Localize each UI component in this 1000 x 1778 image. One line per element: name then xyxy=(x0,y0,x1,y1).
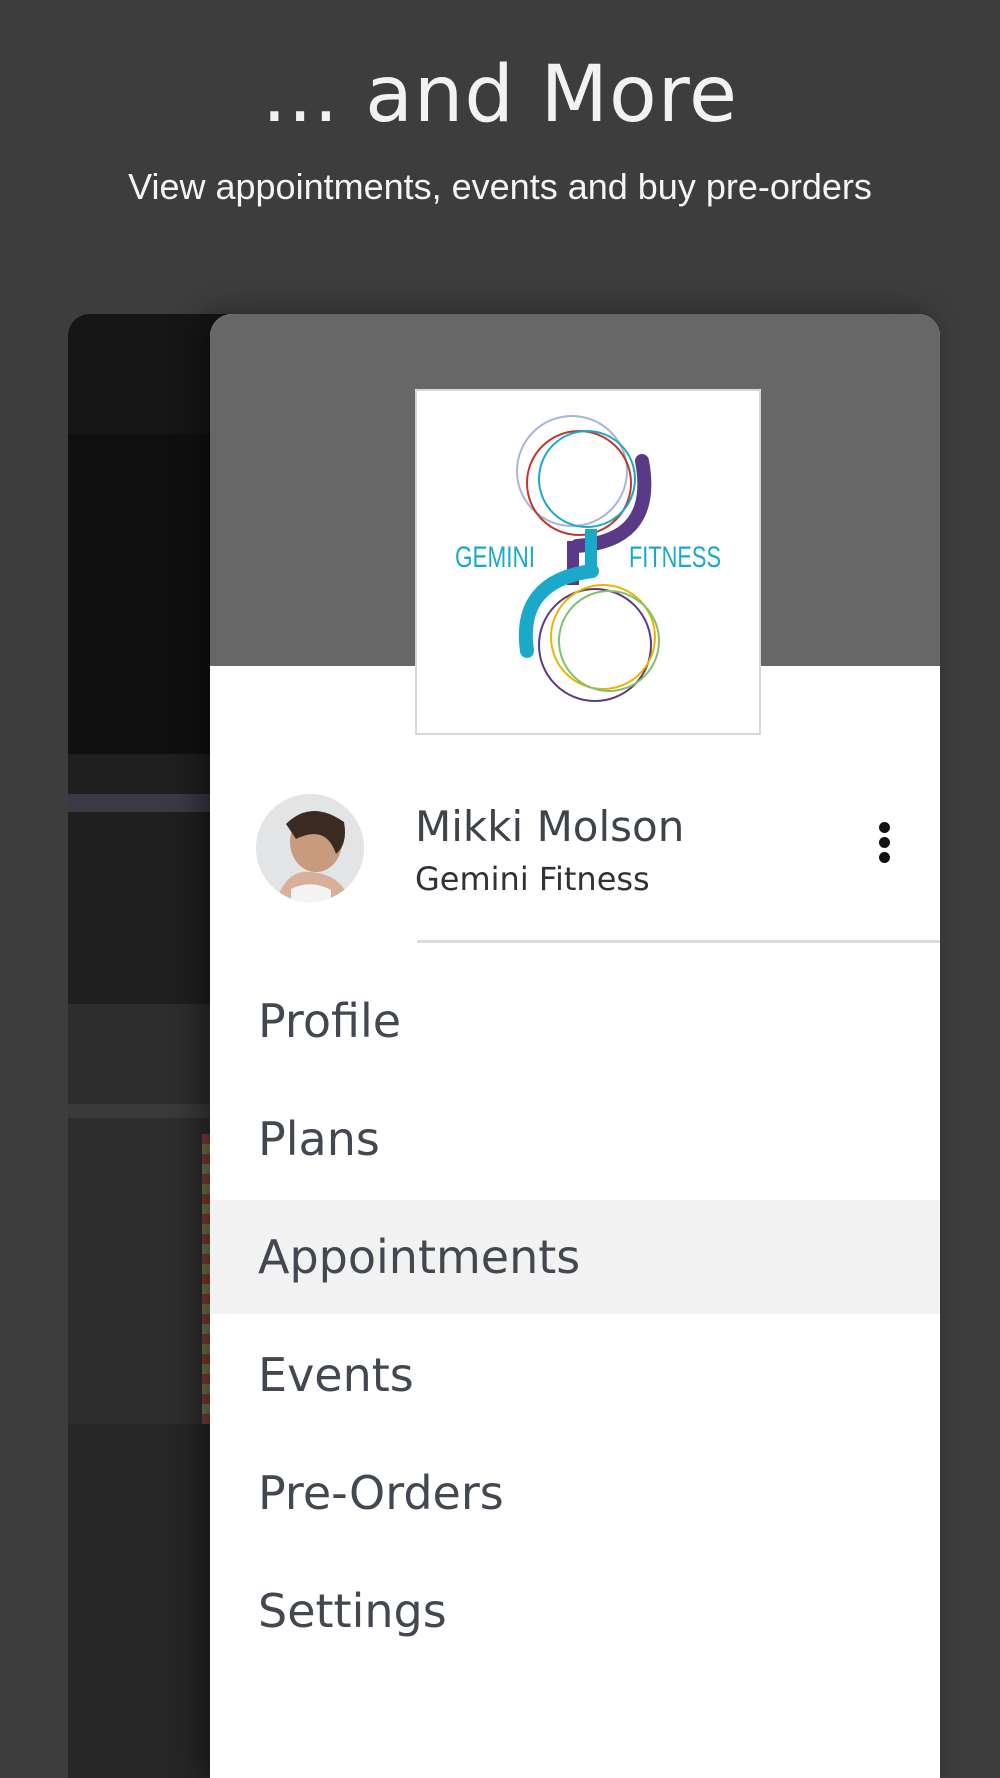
user-name: Mikki Molson xyxy=(415,802,685,851)
menu-item-plans[interactable]: Plans xyxy=(210,1082,940,1196)
page-headline: ... and More xyxy=(261,50,739,140)
menu-item-settings[interactable]: Settings xyxy=(210,1554,940,1668)
user-organization: Gemini Fitness xyxy=(415,860,650,898)
user-account-row[interactable]: Mikki Molson Gemini Fitness xyxy=(210,794,940,944)
menu-item-pre-orders[interactable]: Pre-Orders xyxy=(210,1436,940,1550)
more-options-icon[interactable] xyxy=(872,822,896,870)
menu-item-events[interactable]: Events xyxy=(210,1318,940,1432)
avatar[interactable] xyxy=(256,794,364,902)
drawer-menu: Profile Plans Appointments Events Pre-Or… xyxy=(210,964,940,1672)
page-subheadline: View appointments, events and buy pre-or… xyxy=(128,166,872,207)
menu-item-profile[interactable]: Profile xyxy=(210,964,940,1078)
logo-text-right: FITNESS xyxy=(629,541,721,574)
gemini-fitness-logo: GEMINI FITNESS xyxy=(415,389,761,735)
navigation-drawer: GEMINI FITNESS Mikki Molson Gemini Fitne… xyxy=(210,314,940,1778)
divider xyxy=(417,940,940,943)
logo-text-left: GEMINI xyxy=(455,541,535,574)
menu-item-appointments[interactable]: Appointments xyxy=(210,1200,940,1314)
